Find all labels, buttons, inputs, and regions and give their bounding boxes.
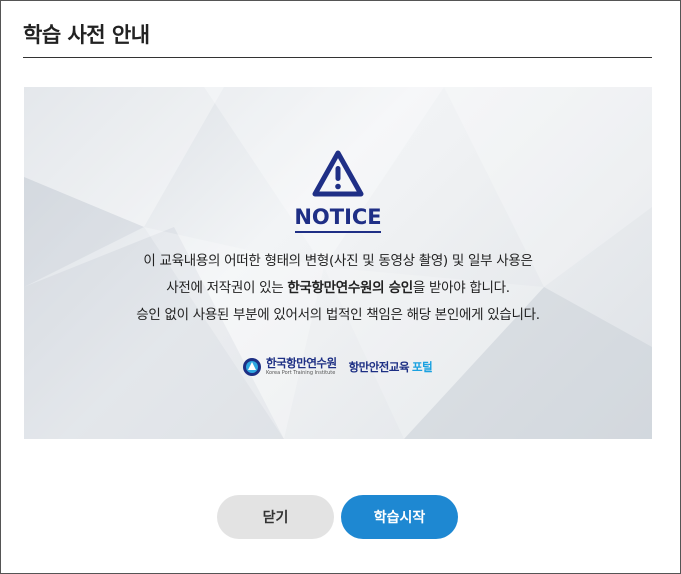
notice-line-3: 승인 없이 사용된 부분에 있어서의 법적인 책임은 해당 본인에게 있습니다. [136, 307, 540, 323]
notice-line-2-bold: 한국항만연수원의 승인 [287, 280, 413, 296]
notice-heading: NOTICE [24, 205, 652, 233]
portal-suffix: 포털 [412, 360, 433, 374]
start-learning-button[interactable]: 학습시작 [341, 495, 458, 539]
notice-banner: NOTICE 이 교육내용의 어떠한 형태의 변형(사진 및 동영상 촬영) 및… [24, 87, 652, 439]
close-button[interactable]: 닫기 [217, 495, 334, 539]
notice-underline [295, 231, 381, 233]
logo-row: 한국항만연수원 Korea Port Training Institute 항만… [242, 355, 433, 379]
institute-name: 한국항만연수원 [266, 356, 337, 371]
institute-logo: 한국항만연수원 Korea Port Training Institute [266, 358, 337, 376]
notice-line-1: 이 교육내용의 어떠한 형태의 변형(사진 및 동영상 촬영) 및 일부 사용은 [143, 253, 533, 269]
notice-dialog: 학습 사전 안내 NOTICE 이 교육내용의 어떠한 형태의 변형(사진 및 … [0, 0, 681, 574]
notice-line-2-pre: 사전에 저작권이 있는 [166, 280, 288, 296]
portal-logo: 항만안전교육 포털 [349, 359, 433, 375]
institute-name-en: Korea Port Training Institute [266, 369, 336, 376]
notice-line-2: 사전에 저작권이 있는 한국항만연수원의 승인을 받아야 합니다. [24, 276, 652, 296]
title-divider [23, 57, 652, 58]
dialog-title: 학습 사전 안내 [23, 23, 150, 47]
institute-logo-icon [243, 358, 261, 376]
notice-line-2-post: 을 받아야 합니다. [412, 280, 510, 296]
portal-name: 항만안전교육 [348, 360, 410, 374]
warning-triangle-icon [312, 150, 364, 197]
notice-heading-text: NOTICE [294, 205, 382, 229]
